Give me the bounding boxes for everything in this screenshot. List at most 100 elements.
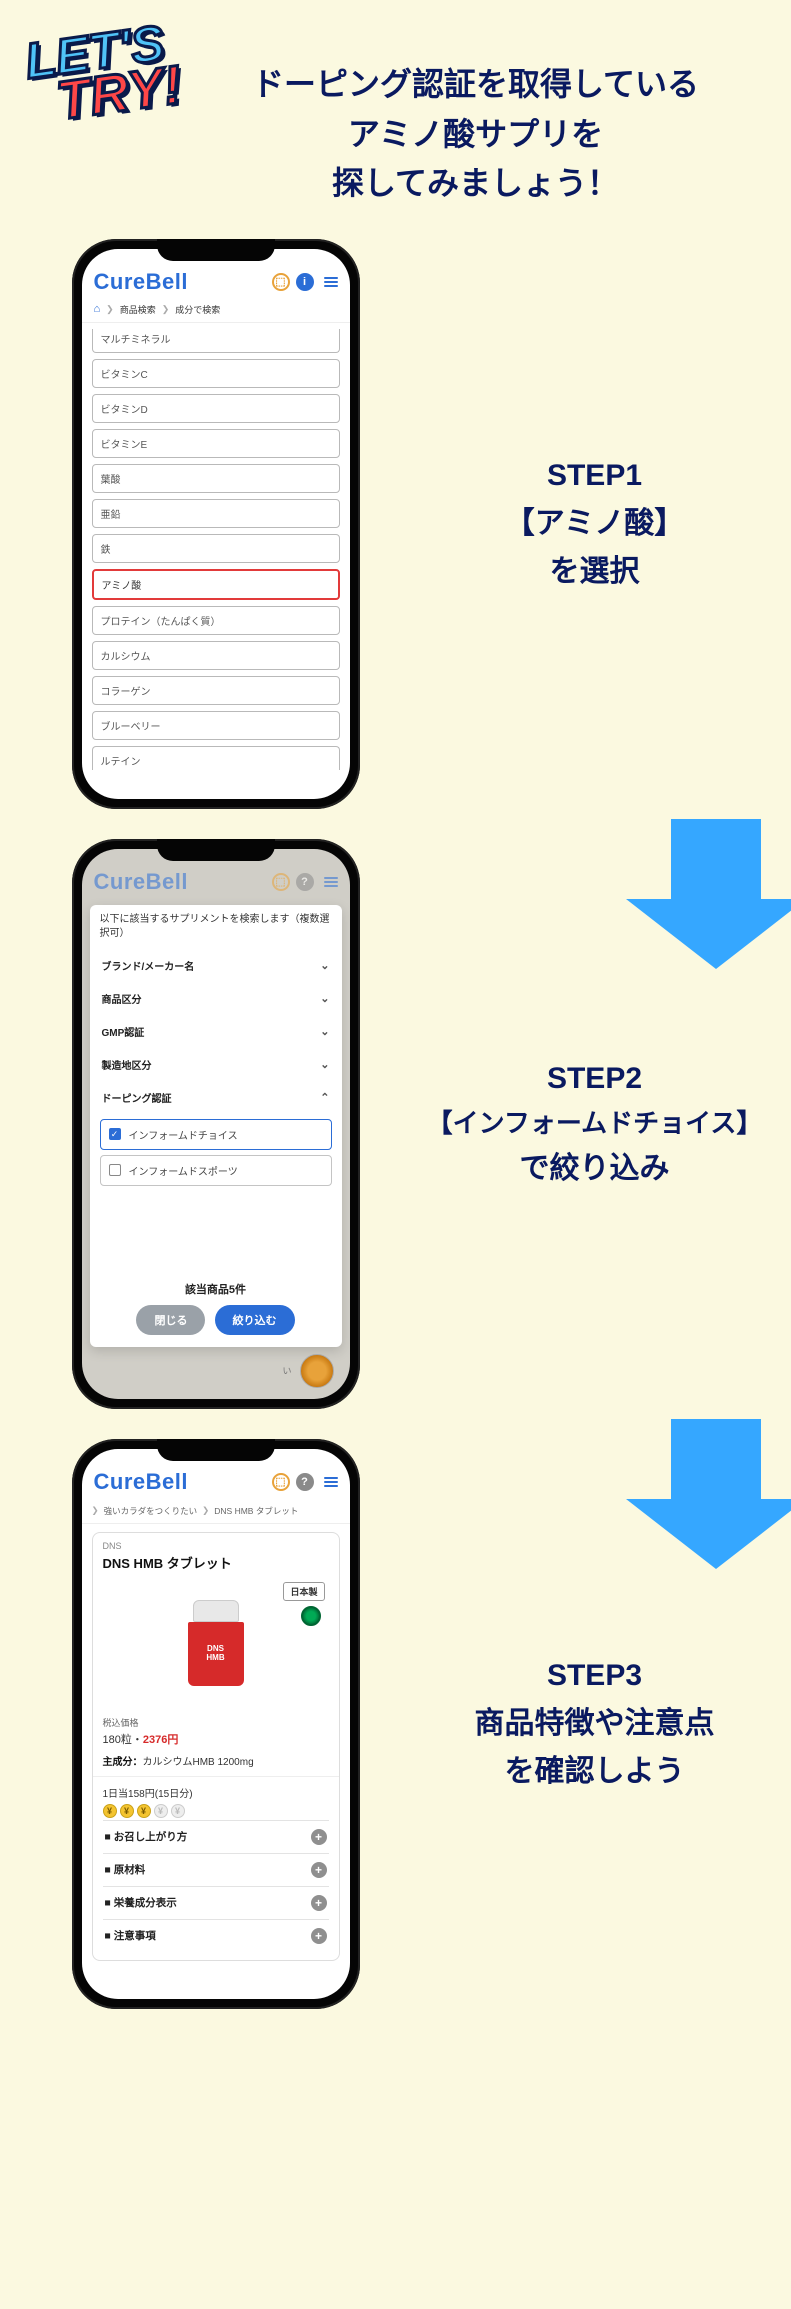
- ingredient-option[interactable]: 鉄: [92, 534, 340, 563]
- crumb-1[interactable]: 強いカラダをつくりたい: [104, 1505, 198, 1517]
- phone-notch: [157, 839, 275, 861]
- menu-icon: [324, 877, 338, 887]
- doping-cert-option[interactable]: ✓インフォームドチョイス: [100, 1119, 332, 1150]
- ingredient-label: 主成分：: [103, 1757, 143, 1768]
- help-icon[interactable]: ?: [296, 1473, 314, 1491]
- lets-try-badge: LET'S TRY!: [23, 20, 185, 129]
- detail-accordion[interactable]: ■ 注意事項+: [103, 1919, 329, 1952]
- product-name: DNS HMB タブレット: [103, 1553, 329, 1572]
- ingredient-option[interactable]: 葉酸: [92, 464, 340, 493]
- ingredient-option[interactable]: マルチミネラル: [92, 329, 340, 353]
- result-count: 該当商品5件: [100, 1281, 332, 1297]
- phone-mock-1: CureBell ⬚ i ⌂ ❯ 商品検索 ❯ 成分で検索 マルチミネラルビタミ…: [72, 239, 360, 809]
- ingredient-option[interactable]: ブルーベリー: [92, 711, 340, 740]
- main-ingredient: 主成分：カルシウムHMB 1200mg: [103, 1753, 329, 1768]
- ingredient-option[interactable]: コラーゲン: [92, 676, 340, 705]
- ingredient-option[interactable]: ルテイン: [92, 746, 340, 770]
- accordion-label: GMP認証: [102, 1024, 145, 1039]
- ingredient-option[interactable]: 亜鉛: [92, 499, 340, 528]
- option-label: インフォームドスポーツ: [129, 1163, 238, 1178]
- try-text: TRY!: [54, 62, 184, 125]
- bag-icon[interactable]: ⬚: [272, 273, 290, 291]
- hero-line-1: ドーピング認証を取得している: [200, 60, 751, 110]
- crumb-1[interactable]: 商品検索: [120, 303, 156, 316]
- plus-icon: +: [311, 1895, 327, 1911]
- detail-accordion[interactable]: ■ お召し上がり方+: [103, 1820, 329, 1853]
- accordion-label: ドーピング認証: [102, 1090, 172, 1105]
- step1-line-2: を選択: [400, 548, 790, 596]
- detail-accordion[interactable]: ■ 原材料 +: [103, 1853, 329, 1886]
- ingredient-list[interactable]: マルチミネラルビタミンC ビタミンD ビタミンE 葉酸亜鉛鉄アミノ酸プロテイン（たんぱ…: [82, 323, 350, 780]
- doping-cert-option[interactable]: インフォームドスポーツ: [100, 1155, 332, 1186]
- step3-line-1: 商品特徴や注意点: [400, 1700, 790, 1748]
- filter-accordion[interactable]: ドーピング認証⌃: [100, 1081, 332, 1114]
- breadcrumb: ❯ 強いカラダをつくりたい ❯ DNS HMB タブレット: [82, 1501, 350, 1524]
- ingredient-option[interactable]: カルシウム: [92, 641, 340, 670]
- yen-coin-icon: ¥: [120, 1804, 134, 1818]
- screen-2: CureBell ⬚ ? 以下に該当するサプリメントを検索します（複数選択可） …: [82, 849, 350, 1399]
- step1-label: STEP1 【アミノ酸】 を選択: [400, 452, 790, 596]
- hero-title: ドーピング認証を取得している アミノ酸サプリを 探してみましょう！: [200, 60, 751, 209]
- ingredient-value: カルシウムHMB 1200mg: [143, 1757, 254, 1768]
- step3-label: STEP3 商品特徴や注意点 を確認しよう: [400, 1652, 790, 1796]
- yen-coin-icon: ¥: [154, 1804, 168, 1818]
- detail-accordion[interactable]: ■ 栄養成分表示 +: [103, 1886, 329, 1919]
- plus-icon: +: [311, 1862, 327, 1878]
- close-button[interactable]: 閉じる: [136, 1305, 205, 1335]
- blur-thumb-icon: [300, 1354, 334, 1388]
- help-icon: ?: [296, 873, 314, 891]
- info-icon[interactable]: i: [296, 273, 314, 291]
- cert-badge-icon: [301, 1606, 321, 1626]
- chevron-down-icon: ⌄: [320, 959, 329, 972]
- chevron-down-icon: ⌄: [320, 992, 329, 1005]
- price-value: 180粒・2376円: [103, 1731, 329, 1747]
- price-amount: 2376円: [143, 1734, 178, 1746]
- product-image: 日本製 DNS HMB: [103, 1578, 329, 1708]
- bag-icon: ⬚: [272, 873, 290, 891]
- accordion-label: ■ お召し上がり方: [105, 1829, 188, 1844]
- hero-line-2: アミノ酸サプリを: [200, 110, 751, 160]
- price-label: 税込価格: [103, 1716, 329, 1729]
- jar-label-2: HMB: [206, 1654, 224, 1663]
- cost-rating: ¥¥¥¥¥: [103, 1804, 329, 1818]
- apply-filter-button[interactable]: 絞り込む: [215, 1305, 295, 1335]
- crumb-2[interactable]: 成分で検索: [175, 303, 220, 316]
- step2-line-1: 【インフォームドチョイス】: [400, 1103, 790, 1145]
- filter-accordion[interactable]: 商品区分⌄: [100, 982, 332, 1015]
- filter-accordion[interactable]: GMP認証⌄: [100, 1015, 332, 1048]
- chevron-down-icon: ⌄: [320, 1058, 329, 1071]
- filter-accordion[interactable]: ブランド/メーカー名⌄: [100, 949, 332, 982]
- checkbox-icon: [109, 1164, 121, 1176]
- yen-coin-icon: ¥: [103, 1804, 117, 1818]
- bag-icon[interactable]: ⬚: [272, 1473, 290, 1491]
- phone-notch: [157, 1439, 275, 1461]
- step3-line-2: を確認しよう: [400, 1748, 790, 1796]
- menu-icon[interactable]: [324, 1477, 338, 1487]
- accordion-label: ■ 原材料: [105, 1862, 146, 1877]
- maker-name: DNS: [103, 1541, 329, 1551]
- ingredient-option[interactable]: ビタミンD: [92, 394, 340, 423]
- app-brand[interactable]: CureBell: [94, 1469, 188, 1495]
- app-brand[interactable]: CureBell: [94, 269, 188, 295]
- filter-accordion[interactable]: 製造地区分⌄: [100, 1048, 332, 1081]
- ingredient-option[interactable]: アミノ酸: [92, 569, 340, 600]
- ingredient-option[interactable]: ビタミンC: [92, 359, 340, 388]
- accordion-label: ■ 栄養成分表示: [105, 1895, 177, 1910]
- modal-footer: 該当商品5件 閉じる 絞り込む: [100, 1271, 332, 1335]
- option-label: インフォームドチョイス: [129, 1127, 238, 1142]
- app-brand: CureBell: [94, 869, 188, 895]
- step3-title: STEP3: [400, 1652, 790, 1700]
- hero-line-3: 探してみましょう！: [200, 159, 751, 209]
- price-dot: ・: [132, 1734, 143, 1746]
- product-jar-icon: DNS HMB: [188, 1600, 244, 1686]
- ingredient-option[interactable]: ビタミンE: [92, 429, 340, 458]
- home-icon[interactable]: ⌂: [94, 303, 101, 315]
- plus-icon: +: [311, 1928, 327, 1944]
- phone-mock-3: CureBell ⬚ ? ❯ 強いカラダをつくりたい ❯ DNS HMB タブレ…: [72, 1439, 360, 2009]
- filter-modal: 以下に該当するサプリメントを検索します（複数選択可） ブランド/メーカー名⌄商品…: [90, 905, 342, 1347]
- ingredient-option[interactable]: プロテイン（たんぱく質）: [92, 606, 340, 635]
- screen-1: CureBell ⬚ i ⌂ ❯ 商品検索 ❯ 成分で検索 マルチミネラルビタミ…: [82, 249, 350, 799]
- menu-icon[interactable]: [324, 277, 338, 287]
- step1-line-1: 【アミノ酸】: [400, 500, 790, 548]
- crumb-2[interactable]: DNS HMB タブレット: [214, 1505, 298, 1517]
